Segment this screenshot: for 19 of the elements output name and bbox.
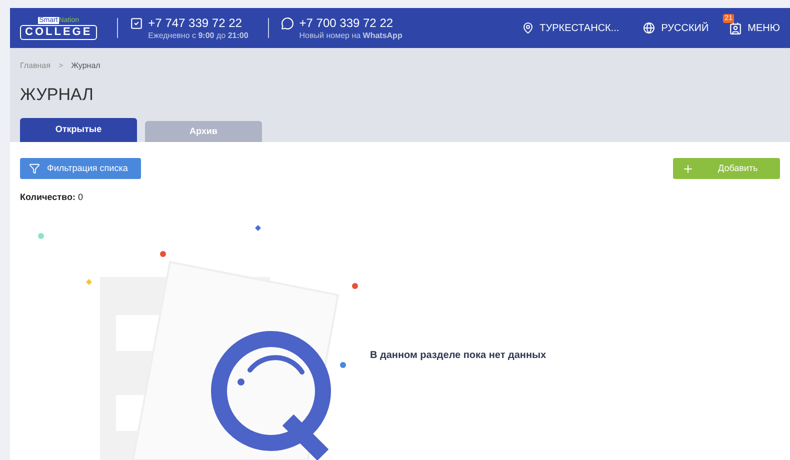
chat-icon — [281, 16, 294, 30]
globe-icon — [643, 22, 656, 34]
item-count: Количество: 0 — [20, 191, 84, 204]
tab[interactable]: Открытые — [20, 118, 137, 142]
filter-button[interactable]: Фильтрация списка — [20, 158, 141, 179]
phone-note: Новый номер на WhatsApp — [299, 30, 402, 40]
phone-note: Ежедневно с 9:00 до 21:00 — [148, 30, 248, 40]
language-link[interactable]: РУССКИЙ — [661, 20, 709, 36]
empty-state-message: В данном разделе пока нет данных — [370, 348, 546, 362]
phone-number[interactable]: +7 747 339 72 22 — [148, 16, 242, 30]
region-link[interactable]: ТУРКЕСТАНСК... — [540, 20, 620, 36]
menu-card-icon — [728, 22, 742, 34]
breadcrumb-separator: > — [58, 60, 64, 72]
menu-link[interactable]: МЕНЮ — [748, 20, 780, 36]
phone-number[interactable]: +7 700 339 72 22 — [299, 16, 394, 30]
plus-icon — [682, 162, 694, 174]
page-title: ЖУРНАЛ — [20, 86, 94, 103]
location-pin-icon — [522, 22, 534, 34]
filter-icon — [29, 163, 40, 174]
